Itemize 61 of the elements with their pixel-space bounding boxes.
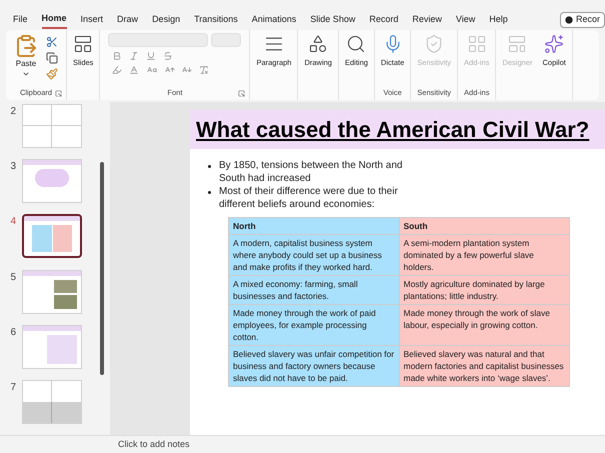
slide-title: What caused the American Civil War? bbox=[196, 117, 590, 142]
table-cell: A modern, capitalist business system where anybody could set up a business and make profits if they worked hard. bbox=[228, 234, 399, 276]
slide-number: 6 bbox=[9, 326, 16, 340]
menu-tab[interactable]: Design bbox=[152, 11, 180, 29]
grid-icon bbox=[466, 34, 487, 54]
table-cell: Mostly agriculture dominated by large plantations; little industry. bbox=[399, 276, 570, 304]
font-color-icon[interactable] bbox=[129, 65, 140, 75]
scrollbar[interactable] bbox=[100, 162, 104, 375]
copy-icon[interactable] bbox=[46, 52, 58, 64]
menu-tab[interactable]: Help bbox=[489, 11, 508, 29]
slide-number: 5 bbox=[9, 270, 16, 285]
strikethrough-icon[interactable] bbox=[163, 51, 174, 61]
table-header: North bbox=[228, 218, 399, 234]
bullet-text: Most of their difference were due to their different beliefs around economies: bbox=[219, 185, 399, 211]
grow-font-icon[interactable] bbox=[165, 65, 176, 75]
dialog-launcher-icon[interactable] bbox=[238, 90, 246, 96]
caret-icon bbox=[22, 70, 30, 78]
slide-number: 4 bbox=[9, 215, 16, 230]
notes-placeholder[interactable]: Click to add notes bbox=[118, 438, 190, 452]
sparkles-icon bbox=[544, 34, 564, 54]
font-size-field[interactable] bbox=[211, 33, 242, 47]
change-case-icon[interactable] bbox=[146, 65, 158, 75]
clear-formatting-icon[interactable] bbox=[199, 65, 210, 75]
paintbrush-icon[interactable] bbox=[46, 68, 58, 80]
shrink-font-icon[interactable] bbox=[182, 65, 192, 75]
menu-tab[interactable]: Slide Show bbox=[310, 11, 356, 29]
slide-number: 7 bbox=[9, 380, 16, 395]
table-cell: A semi-modern plantation system dominated by a few powerful slave holders. bbox=[399, 234, 570, 276]
shapes-icon bbox=[308, 34, 328, 54]
table-cell: Believed slavery was natural and that modern factories and capitalist businesses made white workers into ‘wage slaves’. bbox=[399, 346, 570, 386]
menu-tab[interactable]: Draw bbox=[117, 11, 138, 29]
record-icon bbox=[564, 16, 573, 24]
table-cell: Made money through the work of slave labour, especially in growing cotton. bbox=[399, 304, 570, 346]
search-icon bbox=[346, 34, 366, 54]
table-cell: A mixed economy: farming, small businesses and factories. bbox=[228, 276, 399, 304]
slide-number: 2 bbox=[9, 105, 16, 119]
record-button[interactable]: Recor bbox=[560, 12, 605, 28]
underline-icon[interactable] bbox=[146, 51, 156, 61]
slide-number: 3 bbox=[9, 160, 16, 174]
menu-tab[interactable]: Record bbox=[369, 11, 398, 29]
clipboard-icon bbox=[14, 34, 38, 58]
menu-tab[interactable]: Transitions bbox=[194, 11, 238, 29]
table-cell: Made money through the work of paid employees, for example processing cotton. bbox=[228, 304, 399, 346]
menu-tab[interactable]: Review bbox=[412, 11, 442, 29]
layout-icon bbox=[507, 34, 528, 54]
menu-tab[interactable]: View bbox=[456, 11, 476, 29]
slides-icon bbox=[73, 34, 94, 54]
menu-tab[interactable]: Animations bbox=[252, 11, 296, 29]
dialog-launcher-icon[interactable] bbox=[55, 90, 62, 96]
paste-button[interactable]: Paste bbox=[14, 34, 38, 80]
table-header: South bbox=[399, 218, 570, 234]
highlighter-icon[interactable] bbox=[112, 65, 122, 75]
menu-tab[interactable]: Insert bbox=[80, 11, 104, 29]
font-name-field[interactable] bbox=[108, 33, 208, 47]
bullet-text: By 1850, tensions between the North and South had increased bbox=[219, 159, 404, 185]
scissors-icon[interactable] bbox=[46, 36, 58, 48]
italic-icon[interactable] bbox=[129, 51, 140, 61]
menu-tab[interactable]: File bbox=[13, 11, 28, 29]
slide-thumbnail[interactable] bbox=[22, 214, 82, 258]
table-cell: Believed slavery was unfair competition for business and factory owners because slaves did not have to be paid. bbox=[228, 346, 399, 386]
bold-icon[interactable] bbox=[112, 51, 122, 61]
